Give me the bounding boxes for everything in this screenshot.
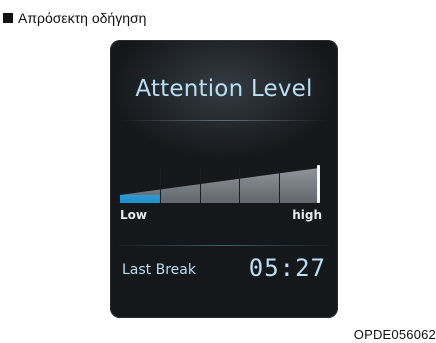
gauge-fill (120, 194, 160, 203)
square-bullet-icon (3, 13, 13, 23)
gauge-segment-divider (199, 168, 201, 203)
section-divider (118, 245, 330, 246)
attention-level-title: Attention Level (135, 76, 313, 102)
gauge-segment-divider (159, 168, 161, 203)
caption-text: Απρόσεκτη οδήγηση (18, 10, 147, 26)
section-caption: Απρόσεκτη οδήγηση (3, 10, 146, 26)
gauge-segment-divider (239, 168, 241, 203)
attention-level-gauge (120, 165, 320, 203)
cluster-display-panel: Attention Level Low high Last Break 05:2… (110, 40, 338, 318)
gauge-segment-divider (279, 168, 281, 203)
gauge-high-label: high (292, 208, 322, 222)
gauge-low-label: Low (120, 208, 147, 222)
last-break-time: 05:27 (248, 254, 326, 282)
title-divider (120, 120, 328, 121)
last-break-label: Last Break (122, 262, 196, 278)
gauge-end-marker (317, 165, 320, 203)
figure-code: OPDE056062 (353, 327, 436, 342)
